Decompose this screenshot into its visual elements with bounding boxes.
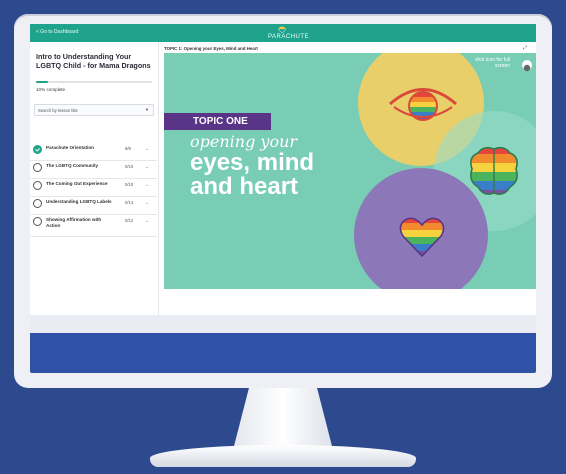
empty-circle-icon: [33, 217, 42, 226]
lesson-title: The Coming Out Experience: [46, 181, 108, 186]
topic-ribbon-text: TOPIC ONE: [193, 116, 248, 127]
lesson-count: 0/10: [125, 182, 134, 187]
lesson-item[interactable]: The Coming Out Experience 0/10 ⌄: [30, 178, 157, 197]
lesson-item[interactable]: The LGBTQ Community 0/10 ⌄: [30, 160, 157, 179]
rainbow-heart-icon: [399, 217, 445, 258]
chevron-down-icon[interactable]: ⌄: [145, 164, 149, 170]
chevron-down-icon[interactable]: ⌄: [145, 218, 149, 224]
caret-down-icon: ▼: [145, 107, 149, 112]
lesson-count: 8/8: [125, 146, 131, 151]
empty-circle-icon: [33, 163, 42, 172]
monitor-stand-base: [150, 445, 416, 467]
course-sidebar: Intro to Understanding Your LGBTQ Child …: [30, 42, 159, 333]
lesson-title: The LGBTQ Community: [46, 163, 99, 168]
lesson-title: Understanding LGBTQ Labels: [46, 199, 112, 204]
parachute-icon: [277, 26, 287, 34]
empty-circle-icon: [33, 199, 42, 208]
rainbow-eye-icon: [389, 88, 457, 121]
course-title: Intro to Understanding Your LGBTQ Child …: [36, 52, 151, 70]
top-bar: < Go to Dashboard PARACHUTE: [30, 24, 536, 42]
progress-bar-fill: [36, 81, 48, 83]
chevron-down-icon[interactable]: ⌄: [145, 146, 149, 152]
lesson-item[interactable]: Parachute Orientation 8/8 ⌄: [30, 142, 157, 161]
slide-image: TOPIC ONE opening your eyes, mind and he…: [164, 53, 536, 289]
fullscreen-icon: [523, 64, 531, 72]
monitor-chin: [30, 333, 536, 373]
monitor-stand-neck: [233, 380, 333, 450]
back-to-dashboard-link[interactable]: < Go to Dashboard: [36, 29, 78, 35]
brand-logo-text: PARACHUTE: [268, 34, 310, 40]
slide-heading: eyes, mind and heart: [190, 151, 390, 199]
lesson-count: 0/12: [125, 218, 134, 223]
expand-icon[interactable]: ⤢: [523, 45, 527, 51]
lesson-search-select[interactable]: Search by lesson title ▼: [34, 104, 154, 116]
lesson-count: 0/14: [125, 200, 134, 205]
fullscreen-button[interactable]: [522, 60, 532, 72]
monitor-screen: < Go to Dashboard PARACHUTE Intro to Und…: [30, 24, 536, 333]
lesson-search-placeholder: Search by lesson title: [38, 107, 78, 113]
lesson-title: Parachute Orientation: [46, 145, 94, 150]
slide-heading-line: eyes, mind: [190, 149, 315, 176]
empty-circle-icon: [33, 181, 42, 190]
lesson-count: 0/10: [125, 164, 134, 169]
rainbow-brain-icon: [470, 146, 518, 195]
lesson-title: Showing Affirmation with Action: [46, 217, 102, 228]
progress-text: 10% complete: [36, 87, 66, 92]
check-circle-icon: [33, 145, 42, 154]
chevron-down-icon[interactable]: ⌄: [145, 182, 149, 188]
lesson-content: TOPIC 1: Opening your Eyes, Mind and Hea…: [159, 42, 536, 333]
screen-footer: [30, 315, 536, 333]
slide-heading-line: and heart: [190, 173, 299, 200]
progress-bar: [36, 81, 152, 83]
chevron-down-icon[interactable]: ⌄: [145, 200, 149, 206]
topic-header: TOPIC 1: Opening your Eyes, Mind and Hea…: [164, 46, 258, 51]
lesson-item[interactable]: Showing Affirmation with Action 0/12 ⌄: [30, 214, 157, 237]
fullscreen-hint: click icon for full screen: [474, 57, 510, 69]
lesson-item[interactable]: Understanding LGBTQ Labels 0/14 ⌄: [30, 196, 157, 215]
